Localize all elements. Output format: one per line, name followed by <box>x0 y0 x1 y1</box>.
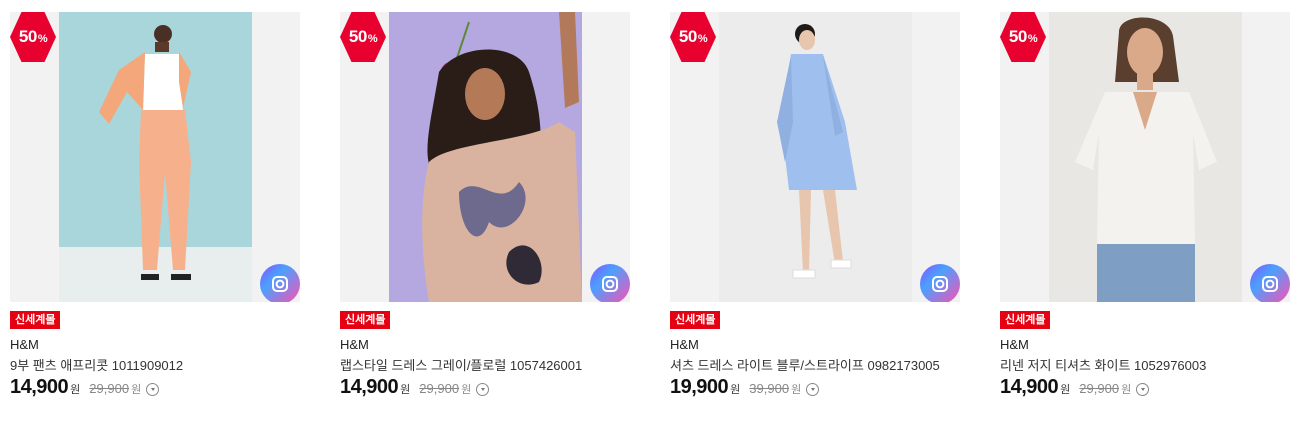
discount-badge: 50% <box>1000 12 1046 62</box>
price-row: 14,900 원 29,900 원 <box>1000 376 1150 399</box>
camera-search-button[interactable] <box>1250 264 1290 302</box>
brand-name: H&M <box>1000 337 1029 352</box>
camera-search-button[interactable] <box>260 264 300 302</box>
camera-icon <box>932 276 948 292</box>
currency-unit: 원 <box>791 384 802 396</box>
product-image-area[interactable]: 50% <box>340 12 630 302</box>
sale-price: 14,900 <box>340 376 399 398</box>
product-name[interactable]: 랩스타일 드레스 그레이/플로럴 1057426001 <box>340 355 582 374</box>
mall-tag: 신세계몰 <box>1000 311 1051 329</box>
original-price: 29,900 <box>1079 381 1120 396</box>
mall-tag: 신세계몰 <box>340 311 391 329</box>
product-photo[interactable] <box>389 12 582 302</box>
camera-search-button[interactable] <box>920 264 960 302</box>
mall-tag: 신세계몰 <box>10 311 61 329</box>
product-card[interactable]: 50% 신세계몰 H&M 리넨 저지 티셔츠 화이트 1052976003 14… <box>1000 12 1290 412</box>
product-grid: 50% 신세계몰 H&M 9부 팬츠 애프리콧 1011909012 14,90… <box>10 12 1292 412</box>
camera-icon <box>272 276 288 292</box>
currency-unit: 원 <box>131 384 142 396</box>
product-photo[interactable] <box>1049 12 1242 302</box>
product-photo[interactable] <box>719 12 912 302</box>
original-price: 39,900 <box>749 381 790 396</box>
price-info-icon[interactable] <box>806 383 820 396</box>
product-card[interactable]: 50% 신세계몰 H&M 랩스타일 드레스 그레이/플로럴 1057426001… <box>340 12 630 412</box>
mall-tag: 신세계몰 <box>670 311 721 329</box>
product-name[interactable]: 리넨 저지 티셔츠 화이트 1052976003 <box>1000 355 1206 374</box>
currency-unit: 원 <box>70 384 81 396</box>
sale-price: 14,900 <box>1000 376 1059 398</box>
discount-badge: 50% <box>10 12 56 62</box>
product-name[interactable]: 9부 팬츠 애프리콧 1011909012 <box>10 355 183 374</box>
product-image-area[interactable]: 50% <box>1000 12 1290 302</box>
sale-price: 19,900 <box>670 376 729 398</box>
discount-badge: 50% <box>340 12 386 62</box>
product-card[interactable]: 50% 신세계몰 H&M 9부 팬츠 애프리콧 1011909012 14,90… <box>10 12 300 412</box>
sale-price: 14,900 <box>10 376 69 398</box>
product-image-area[interactable]: 50% <box>10 12 300 302</box>
original-price: 29,900 <box>419 381 460 396</box>
currency-unit: 원 <box>461 384 472 396</box>
product-card[interactable]: 50% 신세계몰 H&M 셔츠 드레스 라이트 블루/스트라이프 0982173… <box>670 12 960 412</box>
original-price: 29,900 <box>89 381 130 396</box>
currency-unit: 원 <box>1060 384 1071 396</box>
brand-name: H&M <box>670 337 699 352</box>
price-info-icon[interactable] <box>476 383 490 396</box>
product-photo[interactable] <box>59 12 252 302</box>
currency-unit: 원 <box>1121 384 1132 396</box>
price-row: 14,900 원 29,900 원 <box>10 376 160 399</box>
camera-icon <box>1262 276 1278 292</box>
price-info-icon[interactable] <box>146 383 160 396</box>
brand-name: H&M <box>10 337 39 352</box>
currency-unit: 원 <box>730 384 741 396</box>
camera-search-button[interactable] <box>590 264 630 302</box>
camera-icon <box>602 276 618 292</box>
brand-name: H&M <box>340 337 369 352</box>
product-image-area[interactable]: 50% <box>670 12 960 302</box>
price-row: 14,900 원 29,900 원 <box>340 376 490 399</box>
product-name[interactable]: 셔츠 드레스 라이트 블루/스트라이프 0982173005 <box>670 355 940 374</box>
price-row: 19,900 원 39,900 원 <box>670 376 820 399</box>
currency-unit: 원 <box>400 384 411 396</box>
discount-badge: 50% <box>670 12 716 62</box>
price-info-icon[interactable] <box>1136 383 1150 396</box>
